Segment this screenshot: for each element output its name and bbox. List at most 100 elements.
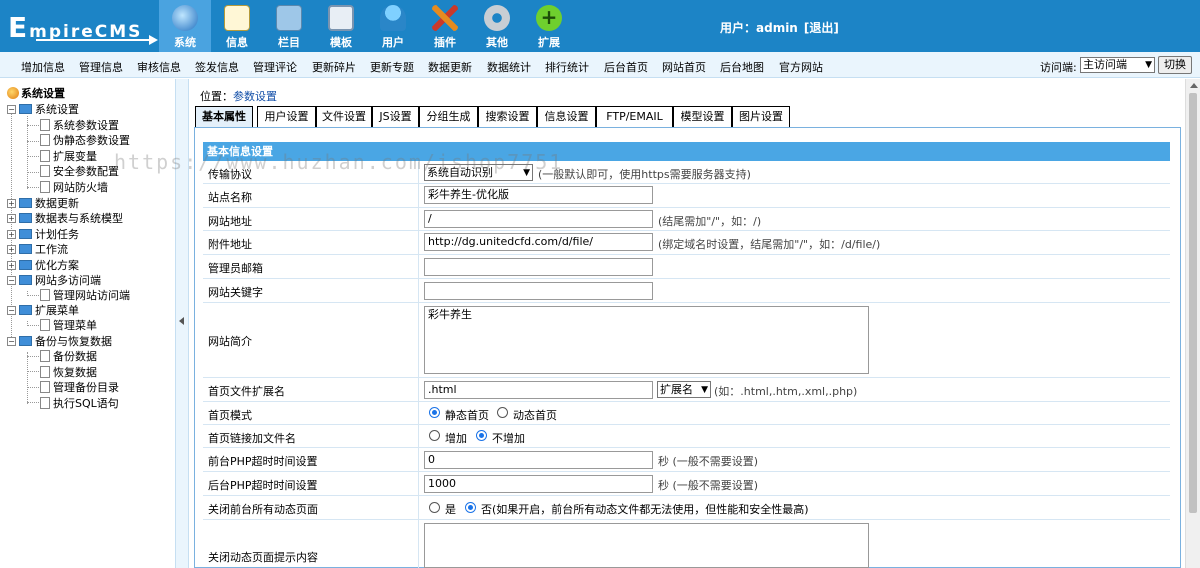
- expand-icon: +: [7, 230, 16, 239]
- row-admin-email: 管理员邮箱: [203, 255, 1170, 279]
- index-link-noadd-radio[interactable]: [476, 430, 487, 441]
- nav-user[interactable]: 用户: [367, 0, 419, 52]
- toolbar-admin-map[interactable]: 后台地图: [720, 59, 764, 75]
- nav-system[interactable]: 系统: [159, 0, 211, 52]
- folder-icon: [19, 305, 32, 315]
- admin-email-input[interactable]: [424, 258, 653, 276]
- logout-link[interactable]: [退出]: [804, 21, 839, 35]
- folder-icon: [19, 260, 32, 270]
- document-icon: [40, 134, 50, 146]
- toolbar-rank-stats[interactable]: 排行统计: [545, 59, 589, 75]
- toolbar-data-update[interactable]: 数据更新: [428, 59, 472, 75]
- tab-model[interactable]: 模型设置: [673, 106, 732, 128]
- toolbar-update-fragment[interactable]: 更新碎片: [312, 59, 356, 75]
- user-info: 用户：admin [退出]: [720, 19, 845, 36]
- row-intro: 网站简介 彩牛养生: [203, 303, 1170, 378]
- expand-icon: +: [7, 261, 16, 270]
- visit-end-select[interactable]: 主访问端 ▼: [1080, 57, 1155, 73]
- close-dynamic-no-radio[interactable]: [465, 502, 476, 513]
- folder-icon: [19, 244, 32, 254]
- row-fileurl: 附件地址 http://dg.unitedcfd.com/d/file/ (绑定…: [203, 231, 1170, 255]
- tab-info[interactable]: 信息设置: [537, 106, 596, 128]
- folder-icon: [276, 5, 302, 31]
- nav-plugin[interactable]: 插件: [419, 0, 471, 52]
- tab-basic[interactable]: 基本属性: [195, 106, 253, 128]
- settings-icon: [7, 87, 19, 99]
- gear-icon: [484, 5, 510, 31]
- row-close-dynamic: 关闭前台所有动态页面 是 否(如果开启，前台所有动态文件都无法使用，但性能和安全…: [203, 496, 1170, 520]
- page-scrollbar[interactable]: [1185, 79, 1200, 568]
- row-index-ext: 首页文件扩展名 .html 扩展名 ▼ (如：.html,.htm,.xml,.p…: [203, 378, 1170, 402]
- toolbar-manage-comment[interactable]: 管理评论: [253, 59, 297, 75]
- user-icon: [380, 5, 406, 31]
- back-timeout-input[interactable]: 1000: [424, 475, 653, 493]
- tab-js[interactable]: JS设置: [372, 106, 419, 128]
- toolbar-site-home[interactable]: 网站首页: [662, 59, 706, 75]
- document-icon: [40, 119, 50, 131]
- toolbar-admin-home[interactable]: 后台首页: [604, 59, 648, 75]
- toolbar-data-stats[interactable]: 数据统计: [487, 59, 531, 75]
- sitename-input[interactable]: 彩牛养生-优化版: [424, 186, 653, 204]
- toolbar-sign-info[interactable]: 签发信息: [195, 59, 239, 75]
- tab-user[interactable]: 用户设置: [257, 106, 316, 128]
- empirecms-logo: EmpireCMS: [8, 6, 158, 48]
- tab-image[interactable]: 图片设置: [732, 106, 790, 128]
- nav-template[interactable]: 模板: [315, 0, 367, 52]
- index-static-radio[interactable]: [429, 407, 440, 418]
- document-icon: [40, 150, 50, 162]
- toolbar-add-info[interactable]: 增加信息: [21, 59, 65, 75]
- toolbar-update-topic[interactable]: 更新专题: [370, 59, 414, 75]
- index-dynamic-radio[interactable]: [497, 407, 508, 418]
- collapse-icon: −: [7, 276, 16, 285]
- collapse-icon: −: [7, 105, 16, 114]
- document-icon: [40, 366, 50, 378]
- index-ext-select[interactable]: 扩展名 ▼: [657, 381, 711, 398]
- tab-search[interactable]: 搜索设置: [478, 106, 537, 128]
- chevron-down-icon: ▼: [1145, 60, 1152, 70]
- siteurl-input[interactable]: /: [424, 210, 653, 228]
- fileurl-input[interactable]: http://dg.unitedcfd.com/d/file/: [424, 233, 653, 251]
- close-dynamic-yes-radio[interactable]: [429, 502, 440, 513]
- nav-column[interactable]: 栏目: [263, 0, 315, 52]
- folder-icon: [19, 213, 32, 223]
- close-message-textarea[interactable]: [424, 523, 869, 568]
- document-icon: [40, 381, 50, 393]
- expand-icon: +: [7, 199, 16, 208]
- scroll-thumb[interactable]: [1189, 93, 1197, 513]
- toolbar-official-site[interactable]: 官方网站: [779, 59, 823, 75]
- collapse-icon: −: [7, 306, 16, 315]
- document-icon: [40, 397, 50, 409]
- quick-toolbar: 增加信息 管理信息 审核信息 签发信息 管理评论 更新碎片 更新专题 数据更新 …: [0, 52, 1200, 78]
- plus-icon: +: [536, 5, 562, 31]
- tab-ftp-email[interactable]: FTP/EMAIL: [596, 106, 673, 128]
- row-index-link: 首页链接加文件名 增加 不增加: [203, 425, 1170, 448]
- tab-group[interactable]: 分组生成: [419, 106, 478, 128]
- tools-icon: [432, 5, 458, 31]
- top-header: EmpireCMS 系统 信息 栏目 模板 用户 插件 其他 + 扩展 用户：a…: [0, 0, 1200, 52]
- keywords-input[interactable]: [424, 282, 653, 300]
- index-link-add-radio[interactable]: [429, 430, 440, 441]
- toolbar-review-info[interactable]: 审核信息: [137, 59, 181, 75]
- document-icon: [40, 165, 50, 177]
- visit-end-label: 访问端:: [1040, 61, 1077, 74]
- nav-info[interactable]: 信息: [211, 0, 263, 52]
- row-close-message: 关闭动态页面提示内容: [203, 520, 1170, 568]
- row-index-mode: 首页模式 静态首页 动态首页: [203, 402, 1170, 425]
- scroll-up-icon[interactable]: [1190, 83, 1198, 88]
- nav-extend[interactable]: + 扩展: [523, 0, 575, 52]
- tab-file[interactable]: 文件设置: [316, 106, 372, 128]
- nav-other[interactable]: 其他: [471, 0, 523, 52]
- collapse-arrow-icon: [179, 317, 184, 325]
- breadcrumb-link[interactable]: 参数设置: [233, 90, 277, 103]
- window-icon: [328, 5, 354, 31]
- intro-textarea[interactable]: 彩牛养生: [424, 306, 869, 374]
- expand-icon: +: [7, 214, 16, 223]
- globe-icon: [172, 5, 198, 31]
- switch-button[interactable]: 切换: [1158, 56, 1192, 74]
- watermark: https://www.huzhan.com/ishop7751: [114, 150, 564, 174]
- folder-icon: [19, 336, 32, 346]
- toolbar-manage-info[interactable]: 管理信息: [79, 59, 123, 75]
- user-label: 用户：admin: [720, 21, 798, 35]
- front-timeout-input[interactable]: 0: [424, 451, 653, 469]
- index-ext-input[interactable]: .html: [424, 381, 653, 399]
